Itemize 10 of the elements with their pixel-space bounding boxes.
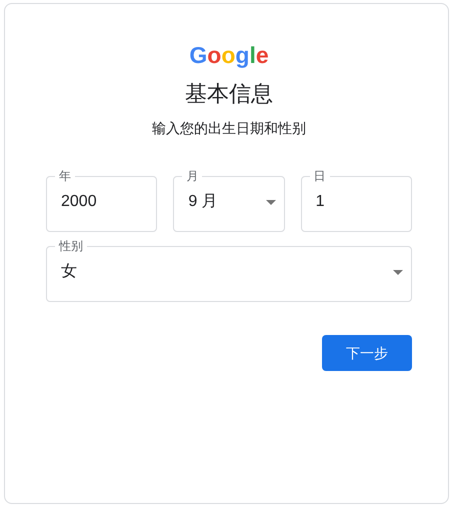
google-logo: Google — [189, 42, 269, 70]
gender-dropdown[interactable]: 性别 女 — [46, 240, 412, 302]
day-field[interactable]: 日 1 — [300, 170, 412, 232]
page-subtitle: 输入您的出生日期和性别 — [151, 119, 307, 138]
year-field[interactable]: 年 2000 — [46, 170, 158, 232]
page-title: 基本信息 — [184, 80, 274, 108]
caret-icon — [393, 270, 403, 275]
next-button[interactable]: 下一步 — [322, 335, 412, 372]
caret-icon — [266, 200, 276, 205]
month-dropdown[interactable]: 月 9 月 — [173, 170, 285, 232]
